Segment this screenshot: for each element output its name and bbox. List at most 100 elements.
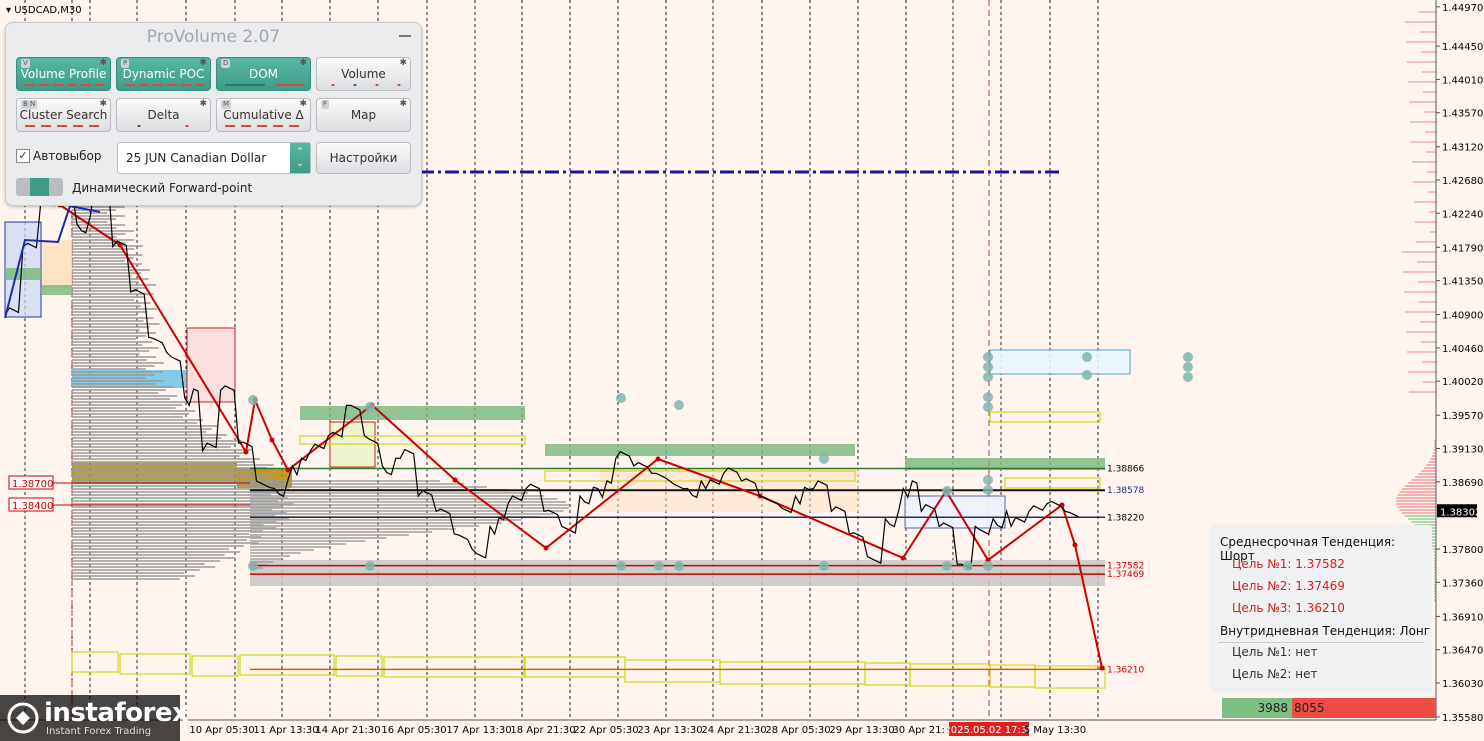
time-tick-label: 29 Apr 13:30: [829, 725, 894, 736]
checkbox-icon[interactable]: ✓: [16, 149, 30, 163]
profile-bar: [250, 480, 441, 482]
gear-icon[interactable]: ✱: [99, 59, 107, 68]
right-profile-bar: [1396, 500, 1436, 502]
right-profile-bar: [1431, 545, 1436, 547]
right-profile-bar: [1408, 482, 1436, 484]
profile-bar: [72, 575, 196, 577]
gear-icon[interactable]: ✱: [299, 100, 307, 109]
dynamic-poc-button[interactable]: P ✱ Dynamic POC: [116, 57, 211, 91]
profile-bar: [72, 374, 155, 376]
price-tick-label: 1.39570: [1442, 411, 1483, 422]
profile-bar: [72, 533, 250, 535]
profile-bar: [72, 449, 252, 451]
cumulative-delta-button[interactable]: M ✱ Cumulative Δ: [216, 98, 311, 132]
anchor-circle: [365, 402, 375, 412]
right-profile-bar: [1428, 461, 1436, 463]
symbol-title: ▾ USDCAD,M30: [6, 5, 82, 16]
anchor-circle: [248, 395, 258, 405]
zigzag-point: [1059, 502, 1065, 508]
hotkey-badge: M: [221, 100, 232, 109]
profile-bar: [72, 254, 143, 256]
hotkey-badge: F: [321, 100, 330, 109]
profile-bar: [72, 329, 140, 331]
profile-bar: [72, 212, 108, 214]
profile-bar: [72, 464, 274, 466]
profile-bar: [72, 269, 150, 271]
volume-profile-button[interactable]: V ✱ Volume Profile: [16, 57, 111, 91]
profile-bar: [72, 557, 236, 559]
profile-bar: [72, 215, 125, 217]
profile-bar: [72, 392, 159, 394]
profile-bar: [72, 515, 276, 517]
button-label: Volume Profile: [20, 67, 107, 81]
profile-bar: [72, 386, 174, 388]
profile-bar: [72, 383, 156, 385]
anchor-circle: [1183, 362, 1193, 372]
profile-bar: [72, 281, 140, 283]
profile-bar: [72, 554, 225, 556]
gear-icon[interactable]: ✱: [199, 100, 207, 109]
price-tick-label: 1.37360: [1442, 578, 1483, 589]
intraday-title: Внутридневная Тенденция: Лонг: [1220, 624, 1431, 638]
gear-icon[interactable]: ✱: [299, 59, 307, 68]
profile-bar: [72, 221, 108, 223]
level-label: 1.38866: [1107, 464, 1144, 474]
instrument-select[interactable]: 25 JUN Canadian Dollar ⌃ ⌄: [117, 142, 311, 174]
delta-button[interactable]: ✱ Delta: [116, 98, 211, 132]
gear-icon[interactable]: ✱: [399, 59, 407, 68]
anchor-circle: [983, 561, 993, 571]
button-label: Delta: [147, 108, 180, 122]
profile-bar: [250, 552, 301, 554]
forward-point-toggle[interactable]: [16, 178, 63, 196]
profile-bar: [72, 548, 229, 550]
provolume-panel: ProVolume 2.07 V ✱ Volume Profile P ✱ Dy…: [5, 22, 422, 206]
anchor-circle: [983, 362, 993, 372]
volume-button[interactable]: ✱ Volume: [316, 57, 411, 91]
map-button[interactable]: F ✱ Map: [316, 98, 411, 132]
time-tick-label: 16 Apr 05:30: [381, 725, 446, 736]
price-tick-label: 1.40020: [1442, 377, 1483, 388]
minimize-icon[interactable]: [399, 35, 411, 37]
time-axis: 10 Apr 05:3011 Apr 13:3014 Apr 21:30 16 A…: [189, 722, 1086, 736]
anchor-circle: [1082, 370, 1092, 380]
profile-bar: [72, 272, 141, 274]
profile-bar: [72, 446, 231, 448]
profile-bar: [72, 371, 163, 373]
cluster-search-button[interactable]: B N ✱ Cluster Search: [16, 98, 111, 132]
price-tick-label: 1.41350: [1442, 277, 1483, 288]
level-label: 1.37469: [1107, 570, 1144, 580]
profile-bar: [72, 500, 278, 502]
profile-bar: [72, 455, 240, 457]
brand-name: instaforex: [44, 698, 189, 728]
anchor-circle: [654, 561, 664, 571]
profile-bar: [72, 347, 159, 349]
gear-icon[interactable]: ✱: [399, 100, 407, 109]
profile-bar: [250, 513, 554, 515]
zigzag-point: [1099, 665, 1105, 671]
zigzag-point: [655, 456, 661, 462]
profile-bar: [72, 299, 135, 301]
trend-box: Среднесрочная Тенденция: Шорт Цель №1: 1…: [1210, 525, 1432, 693]
profile-bar: [72, 389, 166, 391]
profile-bar: [72, 536, 262, 538]
profile-bar: [72, 344, 143, 346]
price-tick-label: 1.44450: [1442, 42, 1483, 53]
right-profile-bar: [1404, 515, 1436, 517]
settings-button[interactable]: Настройки: [316, 142, 411, 174]
right-profile-bar: [1418, 473, 1436, 475]
dropdown-arrow-icon[interactable]: ▾: [6, 5, 11, 16]
gear-icon[interactable]: ✱: [99, 100, 107, 109]
anchor-circle: [942, 561, 952, 571]
right-profile-bar: [1426, 464, 1436, 466]
zigzag-point: [1072, 542, 1078, 548]
spinner-icon[interactable]: ⌃ ⌄: [290, 143, 310, 173]
profile-bar: [72, 419, 203, 421]
price-tick-label: 1.39130: [1442, 444, 1483, 455]
profile-bar: [72, 308, 158, 310]
auto-select-checkbox[interactable]: ✓ Автовыбор: [16, 149, 102, 163]
profile-bar: [250, 522, 502, 524]
dom-button[interactable]: D ✱ DOM: [216, 57, 311, 91]
gear-icon[interactable]: ✱: [199, 59, 207, 68]
hotkey-badge: P: [121, 59, 130, 68]
profile-bar: [72, 563, 205, 565]
